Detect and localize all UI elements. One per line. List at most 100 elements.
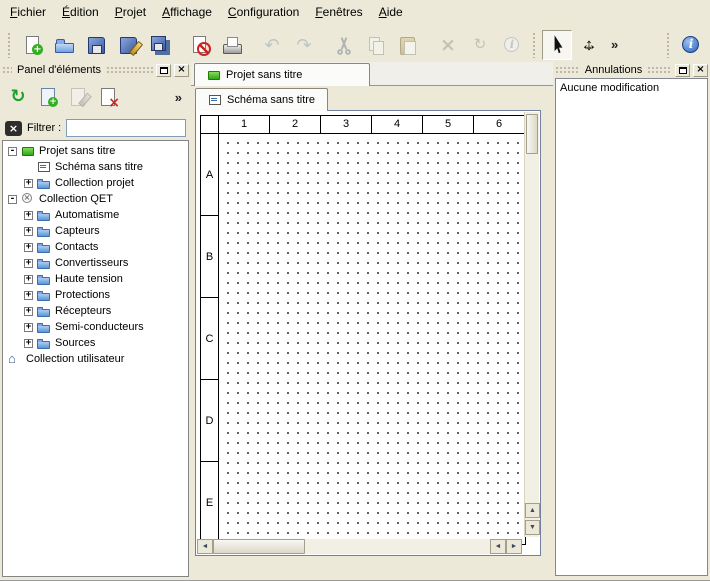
paste-button[interactable] (393, 30, 423, 60)
horizontal-scrollbar-thumb[interactable] (213, 539, 305, 554)
scroll-down-button[interactable] (525, 520, 540, 535)
reload-collections-button[interactable] (4, 83, 32, 111)
column-label: 2 (270, 116, 321, 134)
open-button[interactable] (49, 30, 79, 60)
schema-icon (37, 161, 51, 173)
save-icon (85, 34, 107, 56)
tree-item[interactable]: Haute tension (3, 271, 188, 287)
help-toolbar-drag-handle[interactable] (666, 32, 671, 58)
clear-filter-button[interactable] (5, 121, 22, 136)
add-element-icon (37, 86, 59, 108)
tree-item-label: Capteurs (55, 225, 100, 237)
new-button[interactable] (17, 30, 47, 60)
diagram-grid[interactable] (219, 134, 525, 544)
close-icon: × (696, 65, 704, 75)
about-qet-button[interactable] (676, 30, 706, 60)
menu-item[interactable]: Aide (371, 2, 411, 22)
tree-expander[interactable] (24, 307, 33, 316)
vertical-scrollbar[interactable] (524, 112, 539, 537)
diagram-paper: 1 2 3 4 5 6 (200, 115, 526, 545)
redo-button[interactable] (289, 30, 319, 60)
menu-item[interactable]: Fichier (2, 2, 54, 22)
vertical-scrollbar-thumb[interactable] (526, 114, 538, 154)
edit-element-button[interactable] (64, 83, 92, 111)
diagram-view[interactable]: 1 2 3 4 5 6 (195, 110, 541, 556)
tree-expander[interactable] (24, 291, 33, 300)
tree-item[interactable]: Collection QET (3, 191, 188, 207)
tree-expander[interactable] (24, 243, 33, 252)
toolbar-drag-handle[interactable] (7, 32, 12, 58)
diagram-tab-label: Schéma sans titre (227, 94, 315, 106)
close-file-icon (189, 34, 211, 56)
elements-panel-titlebar[interactable]: Panel d'éléments × (0, 62, 191, 78)
view-toolbar-drag-handle[interactable] (532, 32, 537, 58)
filter-bar: Filtrer : (0, 116, 191, 140)
pan-mode-button[interactable] (574, 30, 604, 60)
save-all-button[interactable] (145, 30, 175, 60)
main-toolbar: » (0, 23, 710, 66)
save-as-button[interactable] (113, 30, 143, 60)
tree-item[interactable]: Convertisseurs (3, 255, 188, 271)
undo-panel-titlebar[interactable]: Annulations × (553, 62, 710, 78)
tree-item[interactable]: Collection projet (3, 175, 188, 191)
info-button[interactable] (497, 30, 527, 60)
tree-expander[interactable] (24, 227, 33, 236)
elements-panel-close-button[interactable]: × (174, 64, 189, 77)
scroll-left-button-2[interactable] (490, 539, 506, 554)
new-element-button[interactable] (34, 83, 62, 111)
tree-item[interactable]: Contacts (3, 239, 188, 255)
scroll-left-button[interactable] (197, 539, 213, 554)
horizontal-scroll-track[interactable] (305, 539, 490, 554)
undo-panel-close-button[interactable]: × (693, 64, 708, 77)
elements-toolbar-overflow-button[interactable]: » (170, 87, 187, 108)
tree-expander[interactable] (24, 259, 33, 268)
diagram-tab[interactable]: Schéma sans titre (195, 88, 328, 111)
undo-button[interactable] (257, 30, 287, 60)
tree-expander[interactable] (8, 147, 17, 156)
vertical-scroll-buttons (525, 503, 539, 537)
close-file-button[interactable] (185, 30, 215, 60)
menu-item[interactable]: Configuration (220, 2, 307, 22)
folder-icon (37, 305, 51, 317)
elements-panel-float-button[interactable] (156, 64, 171, 77)
tree-item[interactable]: Schéma sans titre (3, 159, 188, 175)
scroll-right-button[interactable] (506, 539, 522, 554)
cut-button[interactable] (329, 30, 359, 60)
tree-item[interactable]: Collection utilisateur (3, 351, 188, 367)
tree-item[interactable]: Capteurs (3, 223, 188, 239)
undo-panel-float-button[interactable] (675, 64, 690, 77)
tree-expander[interactable] (8, 195, 17, 204)
rotate-button[interactable] (465, 30, 495, 60)
tree-item[interactable]: Sources (3, 335, 188, 351)
tree-expander[interactable] (24, 339, 33, 348)
menu-item[interactable]: Édition (54, 2, 107, 22)
elements-panel: Panel d'éléments × (0, 62, 191, 580)
save-button[interactable] (81, 30, 111, 60)
menu-item[interactable]: Fenêtres (307, 2, 370, 22)
project-tab[interactable]: Projet sans titre (194, 63, 370, 86)
tree-expander[interactable] (24, 179, 33, 188)
view-toolbar-overflow-button[interactable]: » (606, 34, 623, 55)
print-button[interactable] (217, 30, 247, 60)
copy-button[interactable] (361, 30, 391, 60)
float-icon (160, 67, 168, 74)
menu-item[interactable]: Projet (107, 2, 154, 22)
tree-item[interactable]: Récepteurs (3, 303, 188, 319)
tree-item[interactable]: Semi-conducteurs (3, 319, 188, 335)
horizontal-scrollbar[interactable] (197, 539, 522, 554)
tree-expander[interactable] (24, 211, 33, 220)
tree-item[interactable]: Projet sans titre (3, 143, 188, 159)
select-mode-button[interactable] (542, 30, 572, 60)
delete-element-button[interactable] (94, 83, 122, 111)
tree-expander[interactable] (24, 275, 33, 284)
menu-item[interactable]: Affichage (154, 2, 220, 22)
tree-item[interactable]: Automatisme (3, 207, 188, 223)
scroll-up-button[interactable] (525, 503, 540, 518)
filter-input[interactable] (66, 119, 186, 137)
tree-expander[interactable] (24, 323, 33, 332)
tree-item[interactable]: Protections (3, 287, 188, 303)
delete-button[interactable] (433, 30, 463, 60)
menu-bar: Fichier Édition Projet Affichage Configu… (0, 0, 710, 23)
column-label: 1 (219, 116, 270, 134)
undo-list[interactable]: Aucune modification (555, 78, 708, 576)
